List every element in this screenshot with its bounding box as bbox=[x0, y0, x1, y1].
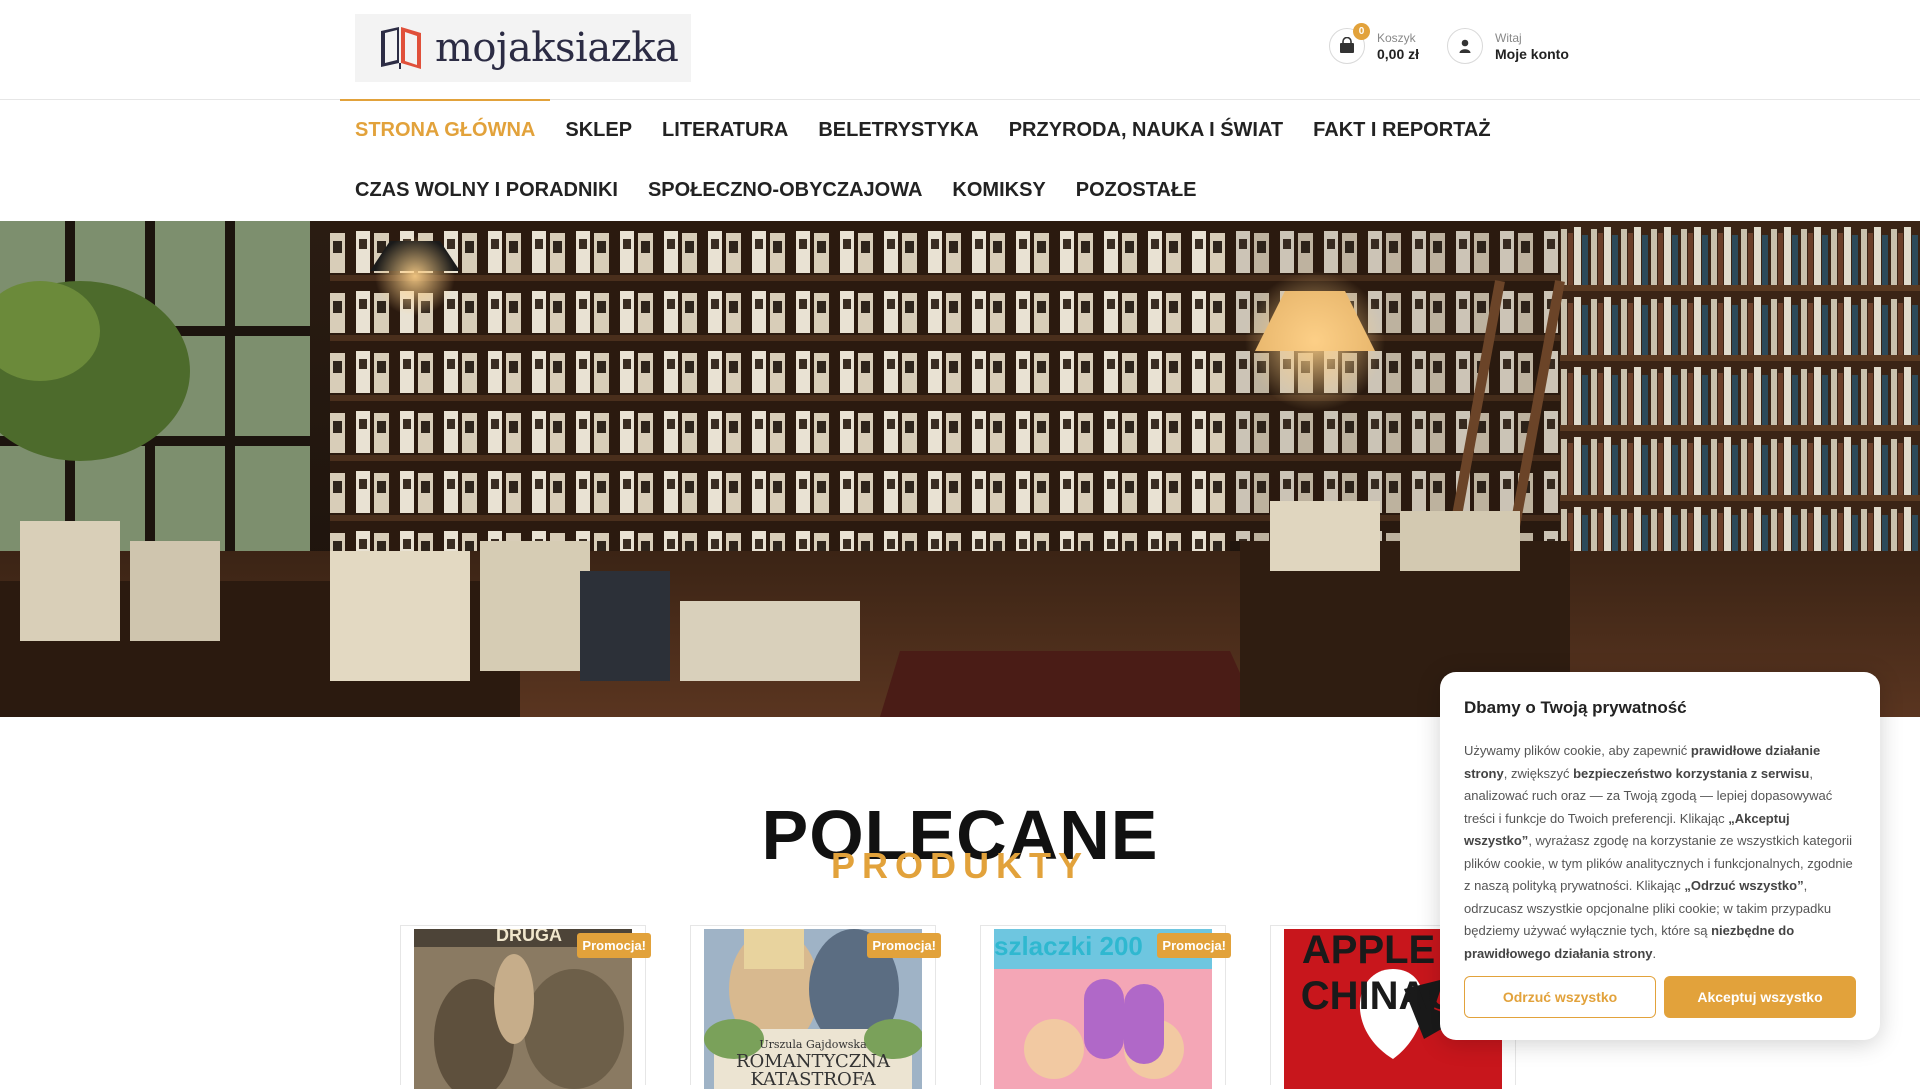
featured-products: DRUGA Promocja! Urszula Gajdowska ROMANT… bbox=[400, 925, 1520, 1089]
cookie-buttons: Odrzuć wszystko Akceptuj wszystko bbox=[1464, 976, 1856, 1018]
account-link[interactable]: Moje konto bbox=[1495, 46, 1569, 62]
bookstore-illustration bbox=[0, 221, 1920, 717]
user-icon bbox=[1459, 39, 1471, 53]
account-greeting: Witaj bbox=[1495, 31, 1522, 45]
cookie-consent-dialog: Dbamy o Twoją prywatność Używamy plików … bbox=[1440, 672, 1880, 1040]
cookie-text-part: . bbox=[1652, 945, 1657, 961]
account-button[interactable]: Witaj Moje konto bbox=[1447, 28, 1569, 64]
logo-text: mojaksiazka bbox=[435, 25, 679, 71]
cart-total: 0,00 zł bbox=[1377, 46, 1420, 62]
book-logo-icon bbox=[381, 27, 421, 69]
account-icon-circle bbox=[1447, 28, 1483, 64]
cookie-description: Używamy plików cookie, aby zapewnić praw… bbox=[1464, 740, 1856, 965]
nav-item-fiction[interactable]: Beletrystyka bbox=[803, 100, 993, 160]
nav-item-nature-science[interactable]: Przyroda, nauka i świat bbox=[994, 100, 1298, 160]
promo-badge: Promocja! bbox=[867, 933, 941, 958]
nav-row-2: Czas wolny i poradniki Społeczno-obyczaj… bbox=[340, 160, 1580, 220]
product-card[interactable]: Urszula Gajdowska ROMANTYCZNA KATASTROFA… bbox=[690, 925, 941, 1089]
nav-item-literature[interactable]: Literatura bbox=[647, 100, 803, 160]
nav-item-shop[interactable]: Sklep bbox=[550, 100, 647, 160]
product-cover-text: DRUGA bbox=[496, 929, 562, 945]
cookie-text-part: Używamy plików cookie, aby zapewnić bbox=[1464, 743, 1691, 758]
cart-button[interactable]: 0 Koszyk 0,00 zł bbox=[1329, 23, 1420, 64]
product-author: Urszula Gajdowska bbox=[759, 1038, 867, 1051]
accept-all-button[interactable]: Akceptuj wszystko bbox=[1664, 976, 1856, 1018]
product-card[interactable]: DRUGA Promocja! bbox=[400, 925, 651, 1089]
cart-count-badge: 0 bbox=[1353, 23, 1370, 40]
cart-label: Koszyk bbox=[1377, 31, 1416, 45]
site-logo[interactable]: mojaksiazka bbox=[355, 14, 691, 82]
nav-row-1: Strona Główna Sklep Literatura Beletryst… bbox=[340, 99, 1580, 160]
shopping-bag-icon bbox=[1340, 37, 1354, 53]
reject-all-button[interactable]: Odrzuć wszystko bbox=[1464, 976, 1656, 1018]
product-card[interactable]: szlaczki 200 Promocja! bbox=[980, 925, 1231, 1089]
nav-item-other[interactable]: Pozostałe bbox=[1061, 160, 1212, 220]
nav-item-home[interactable]: Strona Główna bbox=[340, 99, 551, 160]
hero-banner-bookstore bbox=[0, 221, 1920, 717]
promo-badge: Promocja! bbox=[1157, 933, 1231, 958]
nav-item-leisure-guides[interactable]: Czas wolny i poradniki bbox=[340, 160, 633, 220]
nav-item-reportage[interactable]: Fakt i reportaż bbox=[1298, 100, 1505, 160]
cookie-text-bold: bezpieczeństwo korzystania z serwisu bbox=[1573, 765, 1810, 781]
site-header: mojaksiazka 0 Koszyk 0,00 zł Witaj Moje … bbox=[0, 0, 1920, 100]
product-cover-text: ROMANTYCZNA KATASTROFA bbox=[735, 1051, 891, 1089]
product-cover-text: szlaczki 200 bbox=[994, 931, 1143, 961]
nav-item-social-customs[interactable]: Społeczno-obyczajowa bbox=[633, 160, 937, 220]
cart-icon-circle: 0 bbox=[1329, 23, 1370, 64]
nav-item-comics[interactable]: Komiksy bbox=[937, 160, 1060, 220]
main-navigation: Strona Główna Sklep Literatura Beletryst… bbox=[340, 99, 1580, 220]
cookie-text-part: , zwiększyć bbox=[1503, 765, 1574, 781]
cookie-text-bold: „Odrzuć wszystko” bbox=[1684, 878, 1804, 893]
promo-badge: Promocja! bbox=[577, 933, 651, 958]
cookie-title: Dbamy o Twoją prywatność bbox=[1464, 698, 1687, 717]
